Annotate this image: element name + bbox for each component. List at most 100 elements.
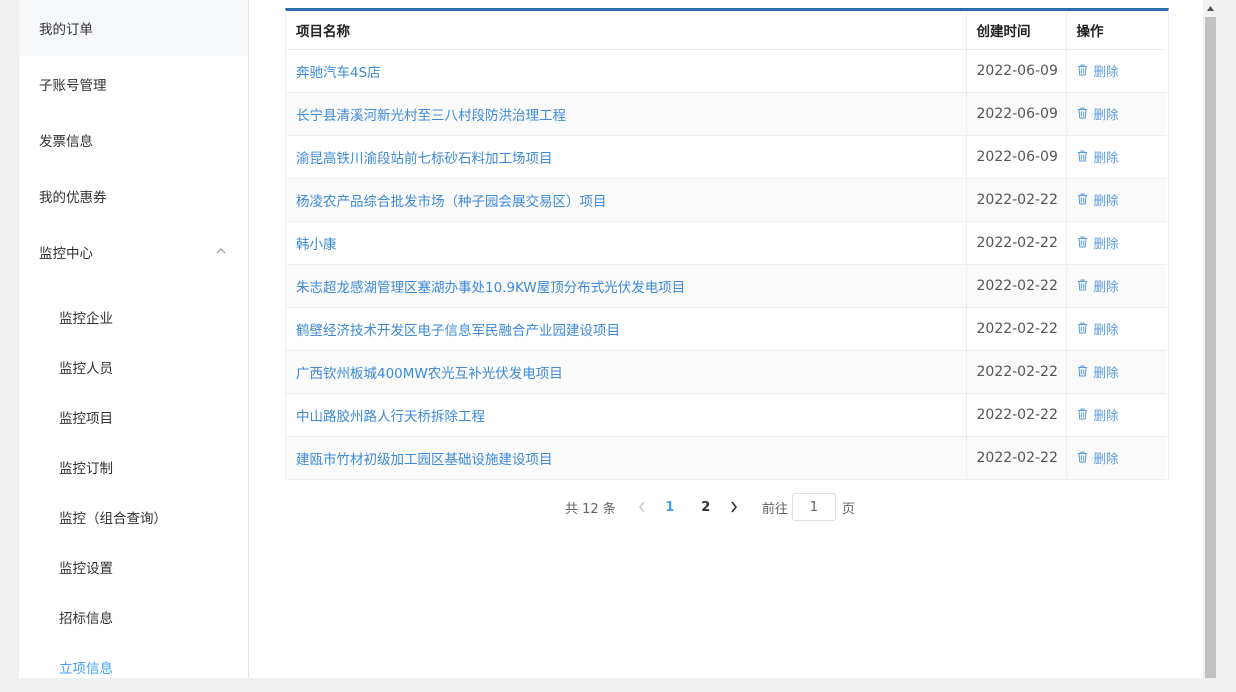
created-date: 2022-02-22 bbox=[966, 264, 1067, 308]
submenu-item-monitor-personnel[interactable]: 监控人员 bbox=[19, 342, 248, 392]
next-page-button[interactable] bbox=[724, 495, 744, 519]
pagination-total: 共 12 条 bbox=[565, 501, 616, 517]
delete-label: 删除 bbox=[1093, 106, 1119, 122]
page-number-1[interactable]: 1 bbox=[652, 500, 688, 515]
submenu-item-label: 监控（组合查询） bbox=[59, 511, 167, 527]
prev-page-button[interactable] bbox=[632, 495, 652, 519]
delete-button[interactable]: 删除 bbox=[1077, 190, 1119, 209]
trash-icon bbox=[1077, 236, 1087, 248]
delete-button[interactable]: 删除 bbox=[1077, 233, 1119, 252]
delete-button[interactable]: 删除 bbox=[1077, 405, 1119, 424]
menu-item-label: 我的订单 bbox=[39, 22, 93, 38]
table-row: 奔驰汽车4S店 2022-06-09 删除 bbox=[286, 49, 1166, 93]
action-cell: 删除 bbox=[1066, 49, 1166, 93]
scrollbar-thumb[interactable] bbox=[1205, 17, 1216, 678]
delete-label: 删除 bbox=[1093, 450, 1119, 466]
trash-icon bbox=[1077, 451, 1087, 463]
project-name-link[interactable]: 鹤壁经济技术开发区电子信息军民融合产业园建设项目 bbox=[286, 307, 967, 351]
submenu-item-monitor-settings[interactable]: 监控设置 bbox=[19, 542, 248, 592]
delete-button[interactable]: 删除 bbox=[1077, 362, 1119, 381]
table-row: 建瓯市竹材初级加工园区基础设施建设项目 2022-02-22 删除 bbox=[286, 436, 1166, 480]
project-name-link[interactable]: 建瓯市竹材初级加工园区基础设施建设项目 bbox=[286, 436, 967, 480]
action-cell: 删除 bbox=[1066, 264, 1166, 308]
column-header-created-time: 创建时间 bbox=[966, 11, 1067, 50]
table-row: 朱志超龙感湖管理区塞湖办事处10.9KW屋顶分布式光伏发电项目 2022-02-2… bbox=[286, 264, 1166, 308]
submenu-item-monitor-projects[interactable]: 监控项目 bbox=[19, 392, 248, 442]
menu-item-my-coupons[interactable]: 我的优惠券 bbox=[19, 168, 248, 224]
delete-label: 删除 bbox=[1093, 235, 1119, 251]
page-number-2[interactable]: 2 bbox=[688, 500, 724, 515]
submenu-item-monitor-custom[interactable]: 监控订制 bbox=[19, 442, 248, 492]
submenu-item-label: 监控项目 bbox=[59, 411, 113, 427]
column-header-action: 操作 bbox=[1066, 11, 1166, 50]
submenu-item-bidding-info[interactable]: 招标信息 bbox=[19, 592, 248, 642]
trash-icon bbox=[1077, 322, 1087, 334]
menu-item-invoice-info[interactable]: 发票信息 bbox=[19, 112, 248, 168]
delete-label: 删除 bbox=[1093, 407, 1119, 423]
action-cell: 删除 bbox=[1066, 92, 1166, 136]
project-name-link[interactable]: 广西钦州板城400MW农光互补光伏发电项目 bbox=[286, 350, 967, 394]
menu-item-label: 我的优惠券 bbox=[39, 190, 107, 206]
trash-icon bbox=[1077, 279, 1087, 291]
action-cell: 删除 bbox=[1066, 393, 1166, 437]
trash-icon bbox=[1077, 193, 1087, 205]
delete-label: 删除 bbox=[1093, 321, 1119, 337]
delete-button[interactable]: 删除 bbox=[1077, 319, 1119, 338]
chevron-up-icon[interactable] bbox=[214, 244, 228, 258]
trash-icon bbox=[1077, 365, 1087, 377]
delete-button[interactable]: 删除 bbox=[1077, 104, 1119, 123]
table-row: 中山路胶州路人行天桥拆除工程 2022-02-22 删除 bbox=[286, 393, 1166, 437]
created-date: 2022-06-09 bbox=[966, 135, 1067, 179]
table-row: 广西钦州板城400MW农光互补光伏发电项目 2022-02-22 删除 bbox=[286, 350, 1166, 394]
menu-item-sub-accounts[interactable]: 子账号管理 bbox=[19, 56, 248, 112]
goto-label: 前往 bbox=[761, 501, 788, 517]
project-name-link[interactable]: 长宁县清溪河新光村至三八村段防洪治理工程 bbox=[286, 92, 967, 136]
delete-button[interactable]: 删除 bbox=[1077, 147, 1119, 166]
project-name-link[interactable]: 朱志超龙感湖管理区塞湖办事处10.9KW屋顶分布式光伏发电项目 bbox=[286, 264, 967, 308]
page-suffix: 页 bbox=[841, 501, 855, 517]
trash-icon bbox=[1077, 150, 1087, 162]
created-date: 2022-02-22 bbox=[966, 178, 1067, 222]
submenu-item-monitor-combined-query[interactable]: 监控（组合查询） bbox=[19, 492, 248, 542]
action-cell: 删除 bbox=[1066, 307, 1166, 351]
chevron-left-icon bbox=[638, 501, 645, 513]
goto-page-input[interactable] bbox=[791, 493, 836, 521]
submenu-item-project-approval-info[interactable]: 立项信息 bbox=[19, 642, 248, 692]
table-row: 鹤壁经济技术开发区电子信息军民融合产业园建设项目 2022-02-22 删除 bbox=[286, 307, 1166, 351]
project-name-link[interactable]: 奔驰汽车4S店 bbox=[286, 49, 967, 93]
pagination: 共 12 条 1 2 前往 页 bbox=[565, 493, 855, 521]
created-date: 2022-02-22 bbox=[966, 307, 1067, 351]
submenu-item-label: 监控订制 bbox=[59, 461, 113, 477]
action-cell: 删除 bbox=[1066, 350, 1166, 394]
created-date: 2022-02-22 bbox=[966, 436, 1067, 480]
delete-button[interactable]: 删除 bbox=[1077, 448, 1119, 467]
table-row: 韩小康 2022-02-22 删除 bbox=[286, 221, 1166, 265]
sidebar: 我的订单 子账号管理 发票信息 我的优惠券 监控中心 监控企业 监控人员 监控项… bbox=[19, 0, 249, 678]
delete-button[interactable]: 删除 bbox=[1077, 61, 1119, 80]
action-cell: 删除 bbox=[1066, 178, 1166, 222]
submenu-item-label: 监控人员 bbox=[59, 361, 113, 377]
menu-item-monitor-center[interactable]: 监控中心 bbox=[19, 224, 248, 280]
scroll-up-button[interactable] bbox=[1203, 0, 1218, 17]
table-header-row: 项目名称 创建时间 操作 bbox=[286, 11, 1166, 50]
action-cell: 删除 bbox=[1066, 436, 1166, 480]
delete-label: 删除 bbox=[1093, 149, 1119, 165]
menu-item-label: 子账号管理 bbox=[39, 78, 107, 94]
trash-icon bbox=[1077, 64, 1087, 76]
main-content: 项目名称 创建时间 操作 奔驰汽车4S店 2022-06-09 删除 长宁县清溪河新光… bbox=[249, 0, 1203, 678]
caret-up-icon bbox=[1207, 6, 1214, 11]
submenu-item-monitor-companies[interactable]: 监控企业 bbox=[19, 292, 248, 342]
project-name-link[interactable]: 中山路胶州路人行天桥拆除工程 bbox=[286, 393, 967, 437]
vertical-scrollbar[interactable] bbox=[1203, 0, 1218, 678]
menu-item-label: 监控中心 bbox=[39, 246, 93, 262]
table-row: 杨凌农产品综合批发市场（种子园会展交易区）项目 2022-02-22 删除 bbox=[286, 178, 1166, 222]
delete-label: 删除 bbox=[1093, 278, 1119, 294]
delete-label: 删除 bbox=[1093, 364, 1119, 380]
trash-icon bbox=[1077, 107, 1087, 119]
menu-item-label: 发票信息 bbox=[39, 134, 93, 150]
menu-item-my-orders[interactable]: 我的订单 bbox=[19, 0, 248, 56]
project-name-link[interactable]: 杨凌农产品综合批发市场（种子园会展交易区）项目 bbox=[286, 178, 967, 222]
delete-button[interactable]: 删除 bbox=[1077, 276, 1119, 295]
project-name-link[interactable]: 韩小康 bbox=[286, 221, 967, 265]
project-name-link[interactable]: 渝昆高铁川渝段站前七标砂石料加工场项目 bbox=[286, 135, 967, 179]
